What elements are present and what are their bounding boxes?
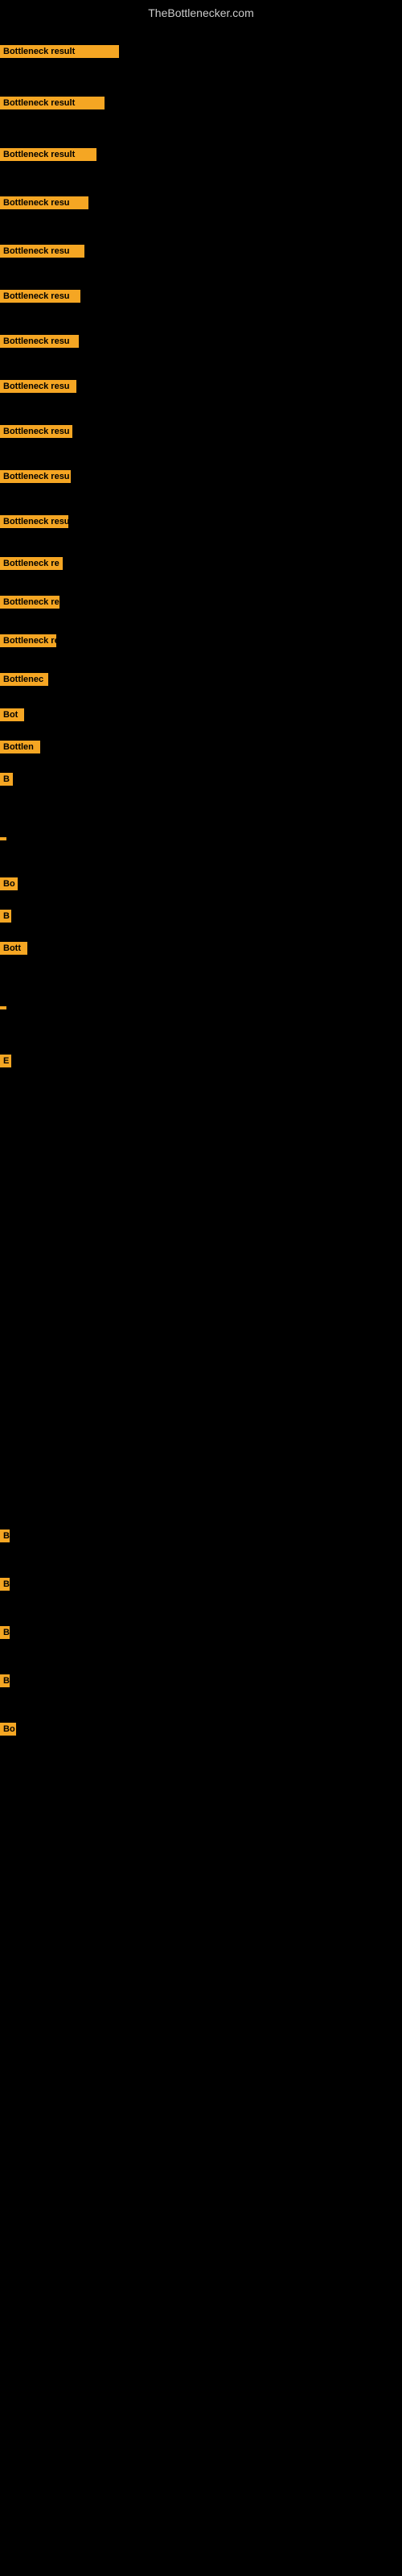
bottleneck-result-item	[0, 837, 6, 840]
bottleneck-result-item: Bot	[0, 708, 24, 721]
bottleneck-result-item	[0, 1006, 6, 1009]
bottleneck-result-item: B	[0, 1626, 10, 1639]
bottleneck-result-item: Bottlenec	[0, 673, 48, 686]
bottleneck-result-item: Bottleneck result	[0, 97, 105, 109]
bottleneck-result-item: Bo	[0, 1723, 16, 1736]
bottleneck-result-item: B	[0, 1530, 10, 1542]
bottleneck-result-item: Bottleneck result	[0, 45, 119, 58]
bottleneck-result-item: B	[0, 773, 13, 786]
bottleneck-result-item: Bottleneck resu	[0, 290, 80, 303]
bottleneck-result-item: Bottleneck resu	[0, 515, 68, 528]
bottleneck-result-item: Bottleneck resu	[0, 425, 72, 438]
site-title: TheBottlenecker.com	[0, 0, 402, 23]
bottleneck-result-item: Bottlen	[0, 741, 40, 753]
bottleneck-result-item: Bottleneck resu	[0, 380, 76, 393]
bottleneck-result-item: Bott	[0, 942, 27, 955]
bottleneck-result-item: Bottleneck re	[0, 557, 63, 570]
bottleneck-result-item: Bottleneck resu	[0, 245, 84, 258]
bottleneck-result-item: B	[0, 1674, 10, 1687]
bottleneck-result-item: B	[0, 1578, 10, 1591]
bottleneck-result-item: E	[0, 1055, 11, 1067]
bottleneck-result-item: Bottleneck re	[0, 596, 59, 609]
bottleneck-result-item: Bottleneck resu	[0, 196, 88, 209]
bottleneck-result-item: Bottleneck resu	[0, 335, 79, 348]
bottleneck-result-item: Bo	[0, 877, 18, 890]
bottleneck-result-item: Bottleneck re	[0, 634, 56, 647]
bottleneck-result-item: B	[0, 910, 11, 923]
bottleneck-result-item: Bottleneck result	[0, 148, 96, 161]
bottleneck-result-item: Bottleneck resu	[0, 470, 71, 483]
